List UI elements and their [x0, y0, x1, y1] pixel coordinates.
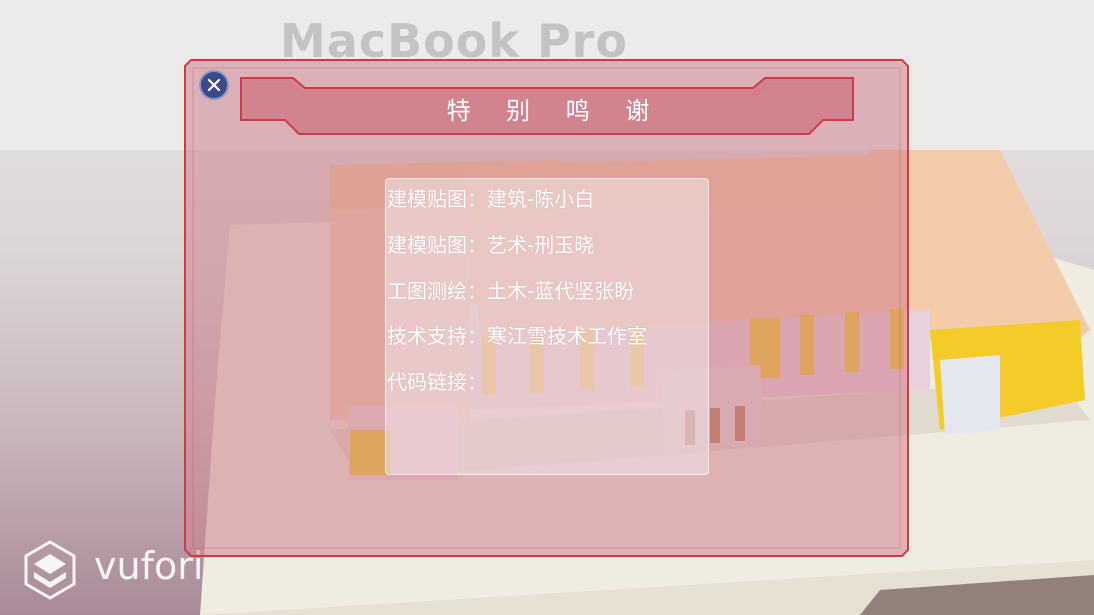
vuforia-watermark: vufori: [22, 540, 203, 600]
close-icon: [207, 78, 221, 92]
credit-separator: ：: [467, 233, 487, 257]
credit-separator: ：: [467, 187, 487, 211]
credit-name: 建筑-陈小白: [487, 187, 595, 211]
credit-separator: ：: [467, 324, 487, 348]
vuforia-logo-icon: [24, 540, 76, 600]
credit-name: 土木-蓝代坚张盼: [487, 279, 635, 303]
credit-item-code-link: 代码链接：: [387, 366, 487, 395]
credit-item-surveying: 工图测绘：土木-蓝代坚张盼: [387, 275, 634, 304]
credit-item-modeling-art: 建模贴图：艺术-刑玉晓: [387, 229, 594, 258]
credit-role: 代码链接: [387, 370, 467, 394]
close-button[interactable]: [199, 70, 229, 100]
credit-name: 艺术-刑玉晓: [487, 233, 595, 257]
dialog-title: 特 别 鸣 谢: [446, 96, 664, 125]
credit-item-modeling-architecture: 建模贴图：建筑-陈小白: [387, 183, 594, 212]
credit-role: 技术支持: [387, 324, 467, 348]
credit-separator: ：: [467, 279, 487, 303]
credits-list: 建模贴图：建筑-陈小白 建模贴图：艺术-刑玉晓 工图测绘：土木-蓝代坚张盼 技术…: [385, 178, 709, 475]
ar-camera-view: MacBook Pro vufori 特 别 鸣 谢 建模贴图：建筑-陈小白 建…: [0, 0, 1094, 615]
credit-item-tech-support: 技术支持：寒江雪技术工作室: [387, 320, 647, 349]
credit-separator: ：: [467, 370, 487, 394]
credit-role: 建模贴图: [387, 187, 467, 211]
credit-name: 寒江雪技术工作室: [487, 324, 647, 348]
credits-dialog: 特 别 鸣 谢 建模贴图：建筑-陈小白 建模贴图：艺术-刑玉晓 工图测绘：土木-…: [183, 58, 910, 558]
credit-role: 工图测绘: [387, 279, 467, 303]
credit-role: 建模贴图: [387, 233, 467, 257]
